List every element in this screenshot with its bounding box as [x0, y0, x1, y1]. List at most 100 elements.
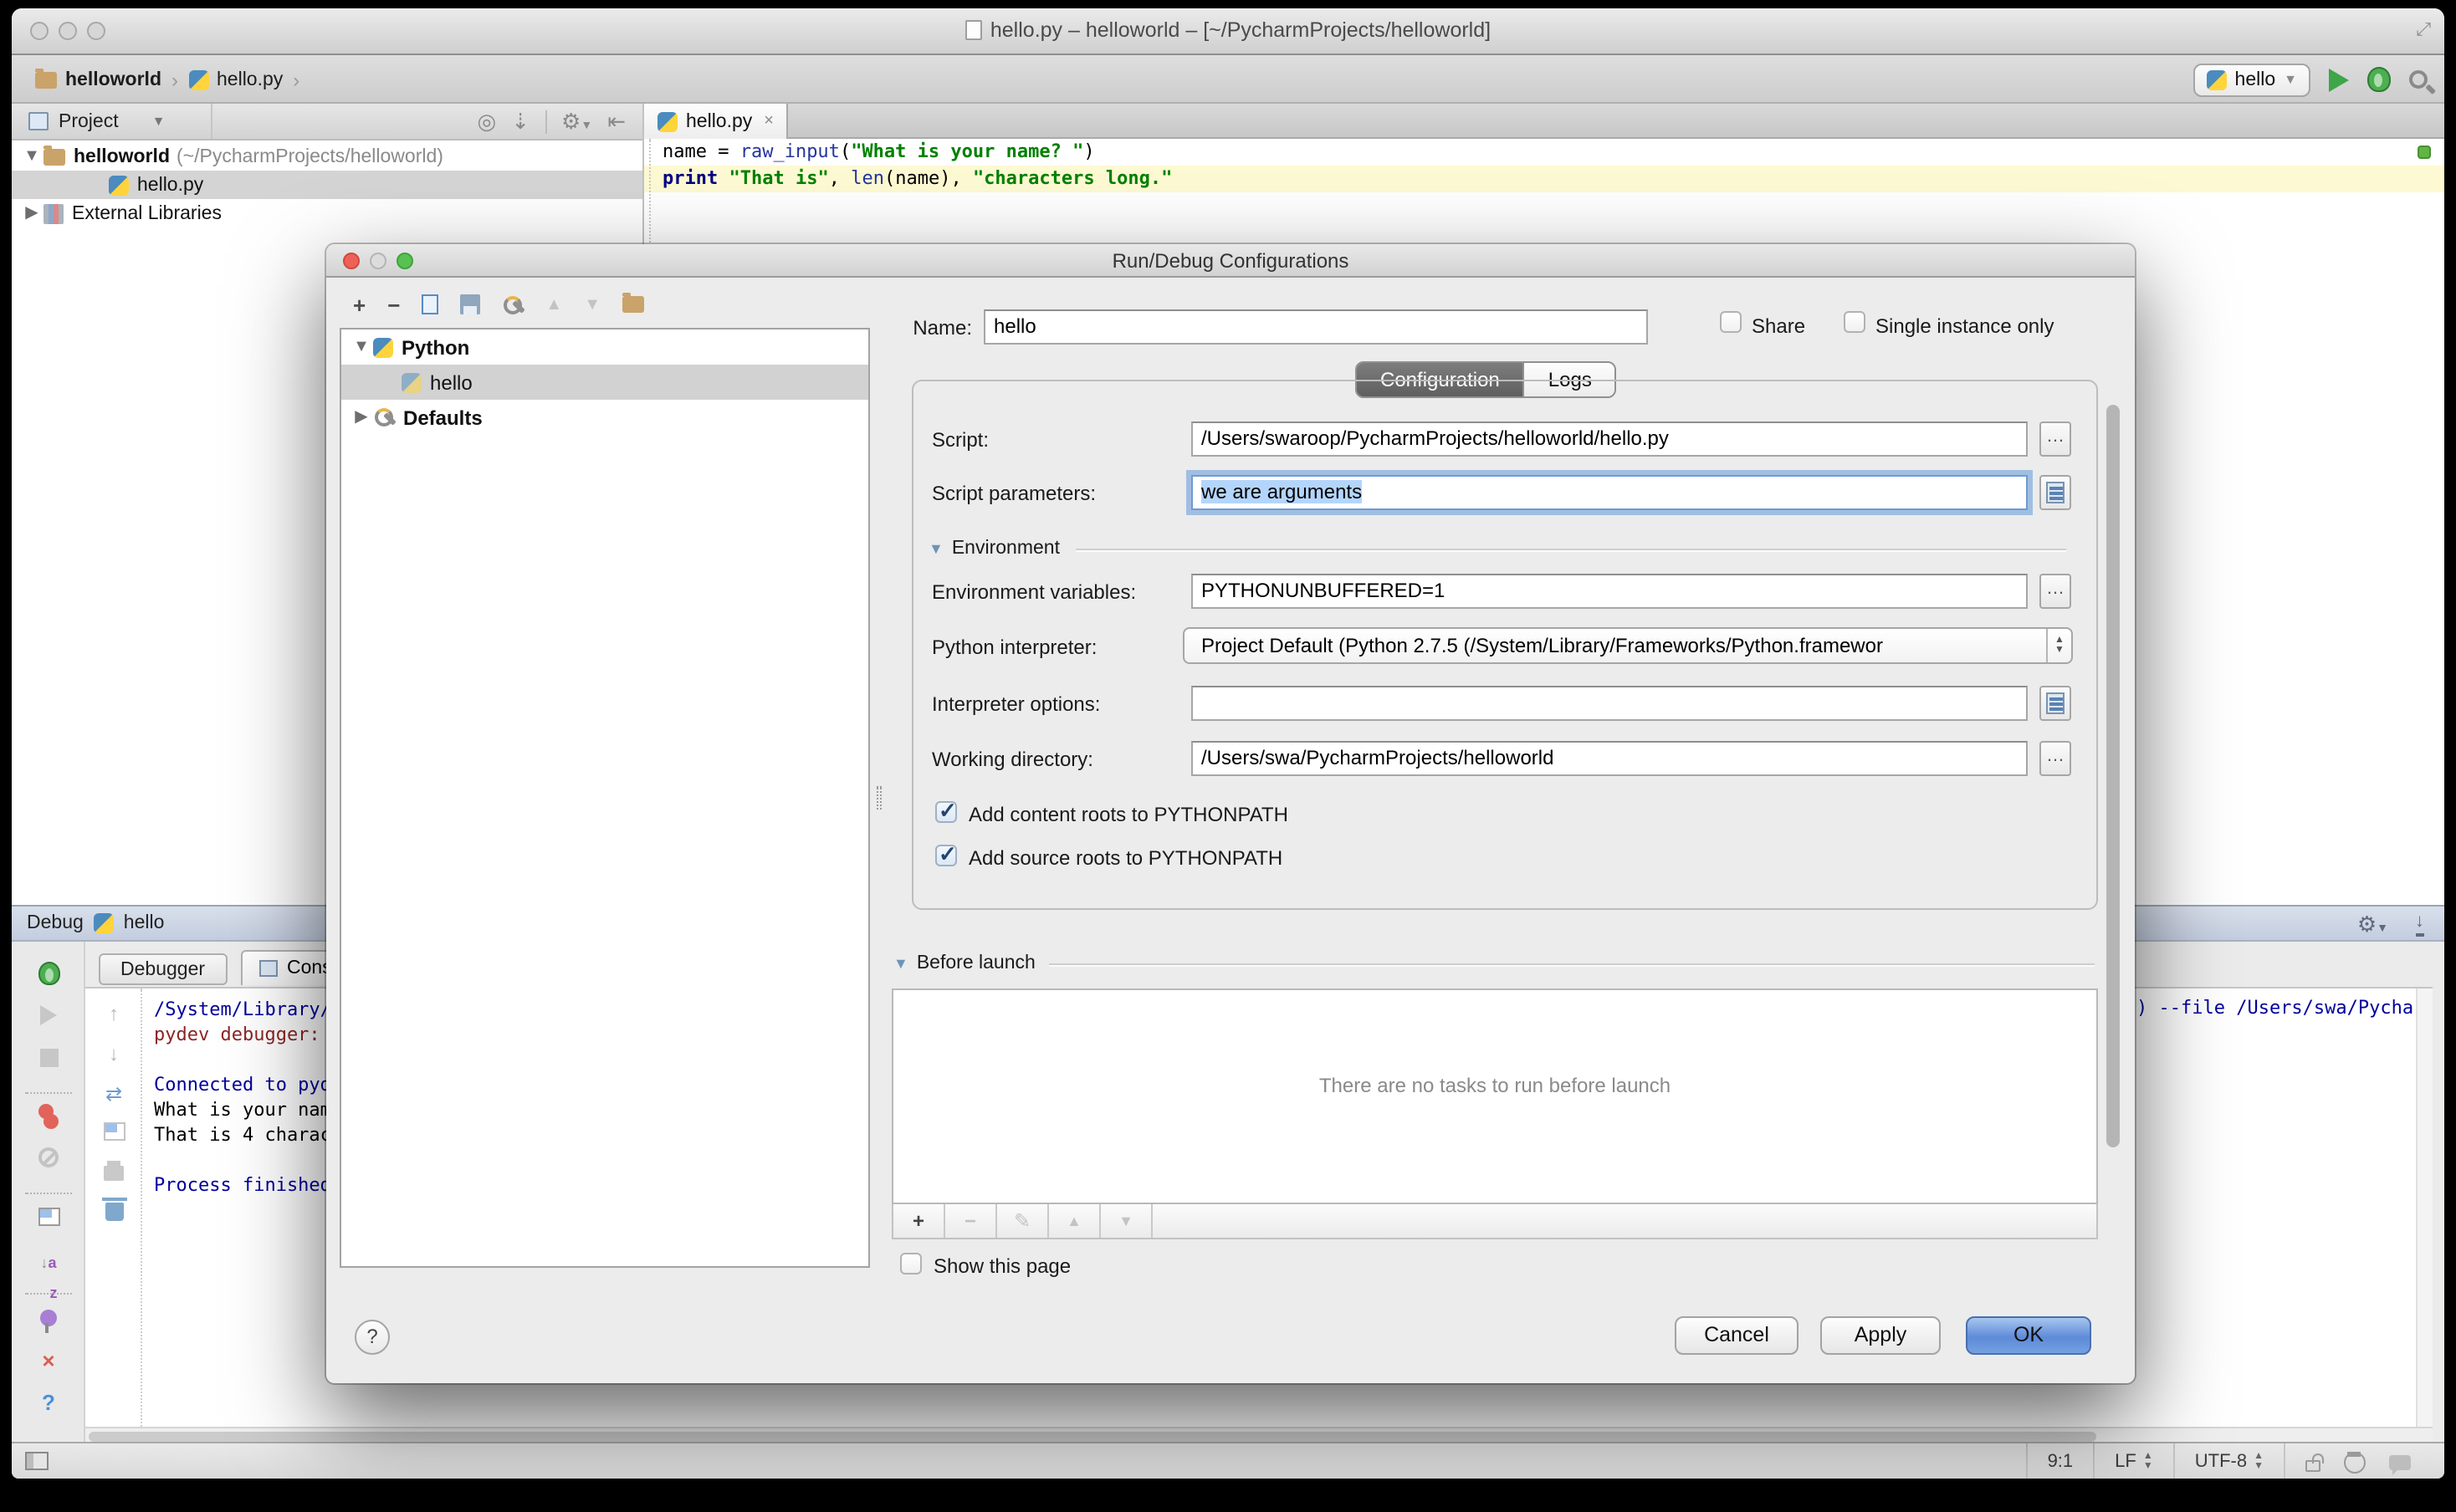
browse-environment-button[interactable]: …: [2039, 574, 2071, 609]
move-up-icon[interactable]: ▲: [545, 295, 562, 314]
move-task-up-icon[interactable]: ▲: [1049, 1204, 1101, 1238]
script-input[interactable]: /Users/swaroop/PycharmProjects/helloworl…: [1191, 421, 2028, 457]
tree-item-hello[interactable]: hello: [341, 365, 868, 400]
ok-button[interactable]: OK: [1966, 1316, 2091, 1355]
collapse-all-icon[interactable]: ⇣: [511, 109, 530, 135]
add-source-roots-checkbox[interactable]: [935, 845, 957, 866]
debug-button[interactable]: [2367, 67, 2391, 92]
interpreter-options-input[interactable]: [1191, 686, 2028, 721]
navigate-down-icon[interactable]: ↓: [85, 1042, 142, 1065]
toolwindow-switcher-icon[interactable]: [25, 1452, 49, 1470]
script-parameters-input[interactable]: we are arguments: [1191, 475, 2028, 510]
view-breakpoints-icon[interactable]: [12, 1104, 85, 1134]
close-icon[interactable]: ×: [12, 1346, 85, 1377]
search-icon[interactable]: [2409, 70, 2428, 89]
inspections-profile-icon[interactable]: [2344, 1451, 2366, 1473]
fullscreen-icon[interactable]: ⤢: [2416, 20, 2431, 42]
browse-working-directory-button[interactable]: …: [2039, 741, 2071, 776]
print-icon[interactable]: [85, 1162, 142, 1186]
tree-item-defaults[interactable]: ▶Defaults: [341, 400, 868, 435]
new-folder-icon[interactable]: [622, 296, 644, 313]
run-button[interactable]: [2329, 68, 2349, 91]
encoding-select[interactable]: UTF-8▲▼: [2173, 1443, 2284, 1479]
project-panel-header: Project ▼ ◎ ⇣ ⚙▼ ⇤: [12, 104, 642, 140]
lock-icon[interactable]: [2305, 1459, 2320, 1471]
event-log-icon[interactable]: [2389, 1454, 2411, 1469]
tab-debugger[interactable]: Debugger: [99, 953, 227, 985]
hide-toolwindow-icon[interactable]: ↓: [2415, 914, 2424, 936]
browse-script-button[interactable]: …: [2039, 421, 2071, 457]
horizontal-scrollbar[interactable]: [85, 1427, 2433, 1442]
locate-icon[interactable]: ◎: [478, 109, 497, 135]
close-tab-icon[interactable]: ×: [764, 112, 774, 130]
pin-icon[interactable]: [12, 1305, 85, 1335]
mute-breakpoints-icon[interactable]: [12, 1146, 85, 1176]
show-this-page-checkbox[interactable]: [900, 1253, 922, 1274]
navigate-up-icon[interactable]: ↑: [85, 1002, 142, 1025]
environment-section-header[interactable]: ▼Environment: [929, 539, 1060, 559]
restore-layout-icon[interactable]: [12, 1204, 85, 1234]
add-task-icon[interactable]: +: [893, 1204, 945, 1238]
save-configuration-icon[interactable]: [460, 294, 480, 314]
before-launch-tasks-panel[interactable]: There are no tasks to run before launch: [892, 988, 2098, 1204]
move-down-icon[interactable]: ▼: [584, 295, 601, 314]
configurations-tree: ▼Pythonhello▶Defaults: [340, 328, 870, 1268]
remove-task-icon[interactable]: −: [945, 1204, 997, 1238]
tree-collapsed-icon[interactable]: ▶: [350, 408, 373, 427]
edit-defaults-icon[interactable]: [502, 294, 524, 315]
resume-icon[interactable]: [12, 1004, 85, 1034]
line-ending-select[interactable]: LF▲▼: [2093, 1443, 2173, 1479]
tree-item-hello-py[interactable]: hello.py: [12, 171, 642, 199]
toolbar-separator: [545, 110, 546, 134]
cancel-button[interactable]: Cancel: [1675, 1316, 1799, 1355]
expand-parameters-button[interactable]: [2039, 475, 2071, 510]
collapse-triangle-icon[interactable]: ▼: [893, 955, 908, 972]
breadcrumb-item[interactable]: hello.py: [217, 69, 283, 89]
tree-item-helloworld[interactable]: ▼helloworld (~/PycharmProjects/helloworl…: [12, 142, 642, 171]
dialog-scrollbar-thumb[interactable]: [2106, 405, 2120, 1147]
tree-collapsed-icon[interactable]: ▶: [20, 204, 43, 222]
tree-item-external-libraries[interactable]: ▶External Libraries: [12, 199, 642, 227]
window-titlebar[interactable]: hello.py – helloworld – [~/PycharmProjec…: [12, 8, 2444, 55]
run-configuration-select[interactable]: hello ▼: [2193, 63, 2310, 96]
gear-icon[interactable]: ⚙▼: [2357, 912, 2388, 938]
before-launch-section-header[interactable]: ▼Before launch: [893, 953, 1036, 973]
expand-interpreter-options-button[interactable]: [2039, 686, 2071, 721]
clear-all-icon[interactable]: [85, 1203, 142, 1226]
copy-configuration-icon[interactable]: [422, 294, 438, 314]
tree-expanded-icon[interactable]: ▼: [20, 147, 43, 166]
add-configuration-icon[interactable]: +: [353, 292, 366, 317]
hide-panel-icon[interactable]: ⇤: [607, 109, 626, 135]
add-content-roots-checkbox[interactable]: [935, 801, 957, 823]
python-icon: [402, 372, 422, 392]
splitter-handle[interactable]: [877, 786, 882, 810]
scrollbar-thumb[interactable]: [89, 1431, 2096, 1441]
rerun-debug-icon[interactable]: [12, 962, 85, 994]
breadcrumb-item[interactable]: helloworld: [65, 69, 161, 89]
rerun-script-icon[interactable]: ⇄: [85, 1082, 142, 1106]
tree-expanded-icon[interactable]: ▼: [350, 338, 373, 356]
apply-button[interactable]: Apply: [1820, 1316, 1941, 1355]
name-input[interactable]: hello: [984, 309, 1648, 345]
share-checkbox[interactable]: [1720, 311, 1742, 333]
environment-variables-input[interactable]: PYTHONUNBUFFERED=1: [1191, 574, 2028, 609]
console-scrollbar[interactable]: [2416, 988, 2433, 1427]
scroll-az-icon[interactable]: ↓az: [12, 1246, 85, 1306]
single-instance-checkbox[interactable]: [1844, 311, 1865, 333]
working-directory-input[interactable]: /Users/swa/PycharmProjects/helloworld: [1191, 741, 2028, 776]
caret-position[interactable]: 9:1: [2026, 1443, 2094, 1479]
help-icon[interactable]: ?: [12, 1388, 85, 1418]
python-interpreter-select[interactable]: Project Default (Python 2.7.5 (/System/L…: [1183, 627, 2073, 664]
collapse-triangle-icon[interactable]: ▼: [929, 540, 944, 557]
editor-tab-hello-py[interactable]: hello.py ×: [644, 104, 789, 139]
project-view-select[interactable]: Project ▼: [12, 104, 212, 139]
tree-item-python[interactable]: ▼Python: [341, 329, 868, 365]
dialog-titlebar[interactable]: Run/Debug Configurations: [326, 244, 2135, 278]
remove-configuration-icon[interactable]: −: [387, 292, 400, 317]
gear-icon[interactable]: ⚙▼: [561, 109, 592, 135]
show-command-line-icon[interactable]: [85, 1122, 142, 1146]
stop-icon[interactable]: [12, 1045, 85, 1075]
help-button[interactable]: ?: [355, 1320, 390, 1355]
edit-task-icon[interactable]: ✎: [997, 1204, 1049, 1238]
move-task-down-icon[interactable]: ▼: [1101, 1204, 1153, 1238]
